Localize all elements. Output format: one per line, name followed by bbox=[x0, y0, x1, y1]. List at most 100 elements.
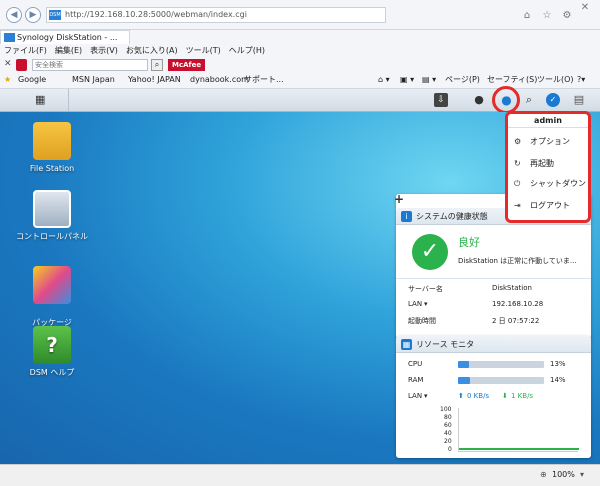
widget-title: システムの健康状態 bbox=[416, 212, 488, 221]
dropdown-icon[interactable]: ▾ bbox=[424, 392, 428, 400]
network-graph bbox=[458, 408, 579, 452]
y-tick: 0 bbox=[448, 446, 452, 453]
command-safety[interactable]: セーフティ(S) bbox=[487, 74, 537, 86]
cpu-value: 13% bbox=[550, 360, 566, 368]
command-home-icon[interactable]: ⌂ ▾ bbox=[378, 74, 390, 86]
y-tick: 60 bbox=[444, 422, 452, 429]
mcafee-shield-icon bbox=[16, 59, 27, 71]
logout-icon: ⇥ bbox=[514, 201, 521, 210]
url-input[interactable]: DSM http://192.168.10.28:5000/webman/inde… bbox=[46, 7, 386, 23]
mcafee-button[interactable]: McAfee bbox=[168, 59, 206, 71]
address-bar: ◀ ▶ DSM http://192.168.10.28:5000/webman/… bbox=[0, 0, 600, 30]
menu-item-restart[interactable]: ↻ 再起動 bbox=[514, 158, 554, 170]
tab-favicon bbox=[4, 33, 15, 42]
y-tick: 80 bbox=[444, 414, 452, 421]
menu-item-options[interactable]: ⚙ オプション bbox=[514, 136, 570, 148]
cpu-label: CPU bbox=[408, 360, 423, 368]
icon-label: コントロールパネル bbox=[16, 232, 88, 241]
tab-row: Synology DiskStation - ... bbox=[0, 30, 600, 44]
fav-support[interactable]: サポート... bbox=[244, 74, 284, 86]
browser-status-bar: ⊕ 100% ▾ bbox=[0, 464, 600, 486]
menu-item-logout[interactable]: ⇥ ログアウト bbox=[514, 200, 570, 212]
menu-item-label: 再起動 bbox=[530, 159, 554, 168]
close-toolbar-icon[interactable]: ✕ bbox=[4, 59, 12, 69]
download-line bbox=[459, 448, 579, 450]
menu-edit[interactable]: 編集(E) bbox=[51, 44, 86, 58]
menu-bar: ファイル(F) 編集(E) 表示(V) お気に入り(A) ツール(T) ヘルプ(H) bbox=[0, 44, 600, 58]
fav-msn[interactable]: MSN Japan bbox=[72, 74, 115, 86]
dsm-taskbar: ▦ ⇩ ● ● ⌕ ✓ ▤ bbox=[0, 86, 600, 114]
download-icon[interactable]: ⇩ bbox=[434, 93, 448, 107]
fav-dynabook[interactable]: dynabook.com bbox=[190, 74, 249, 86]
icon-label: DSM ヘルプ bbox=[29, 368, 75, 377]
y-tick: 40 bbox=[444, 430, 452, 437]
menu-favorites[interactable]: お気に入り(A) bbox=[122, 44, 182, 58]
zoom-dropdown-icon[interactable]: ▾ bbox=[580, 470, 584, 479]
gear-icon: ⚙ bbox=[514, 137, 522, 146]
command-feed-icon[interactable]: ▣ ▾ bbox=[400, 74, 414, 86]
check-icon: ✓ bbox=[412, 234, 448, 270]
fav-yahoo[interactable]: Yahoo! JAPAN bbox=[128, 74, 181, 86]
menu-tools[interactable]: ツール(T) bbox=[182, 44, 225, 58]
row-value: 192.168.10.28 bbox=[492, 300, 544, 308]
show-desktop-icon[interactable]: ▤ bbox=[571, 93, 587, 107]
desktop-icon-control-panel[interactable]: コントロールパネル bbox=[12, 190, 92, 242]
row-value: DiskStation bbox=[492, 284, 532, 292]
row-key: サーバー名 bbox=[408, 285, 443, 293]
settings-gear-icon[interactable]: ⚙ bbox=[560, 9, 574, 23]
forward-icon[interactable]: ▶ bbox=[25, 7, 41, 23]
command-page[interactable]: ページ(P) bbox=[445, 74, 480, 86]
dropdown-icon[interactable]: ▾ bbox=[424, 300, 428, 308]
download-arrow-icon: ⬇ bbox=[502, 392, 508, 400]
home-icon[interactable]: ⌂ bbox=[520, 9, 534, 23]
tab-title: Synology DiskStation - ... bbox=[17, 33, 118, 42]
desktop-icon-dsm-help[interactable]: ? DSM ヘルプ bbox=[12, 326, 92, 378]
menu-file[interactable]: ファイル(F) bbox=[0, 44, 51, 58]
menu-item-shutdown[interactable]: ⏻ シャットダウン bbox=[514, 178, 586, 190]
menu-view[interactable]: 表示(V) bbox=[86, 44, 122, 58]
menu-item-label: シャットダウン bbox=[530, 179, 586, 188]
star-icon[interactable]: ☆ bbox=[540, 9, 554, 23]
add-widget-button[interactable]: + bbox=[394, 192, 406, 206]
ram-value: 14% bbox=[550, 376, 566, 384]
search-dsm-icon[interactable]: ⌕ bbox=[522, 93, 536, 107]
command-help-icon[interactable]: ?▾ bbox=[577, 74, 585, 86]
safe-search-input[interactable] bbox=[32, 59, 148, 71]
user-button[interactable]: ● bbox=[492, 86, 520, 114]
favicon: DSM bbox=[49, 10, 61, 20]
restart-icon: ↻ bbox=[514, 159, 521, 168]
resource-widget: ▦ リソース モニタ CPU 13% RAM 14% LAN ▾ ⬆ 0 KB/… bbox=[396, 336, 591, 458]
zoom-icon[interactable]: ⊕ bbox=[540, 470, 547, 479]
widget-title: リソース モニタ bbox=[416, 340, 475, 349]
back-icon[interactable]: ◀ bbox=[6, 7, 22, 23]
desktop-icon-file-station[interactable]: File Station bbox=[12, 122, 92, 174]
y-tick: 100 bbox=[440, 406, 452, 413]
ram-bar bbox=[458, 377, 544, 384]
command-print-icon[interactable]: ▤ ▾ bbox=[422, 74, 436, 86]
row-value: 2 日 07:57:22 bbox=[492, 317, 540, 325]
close-window-icon[interactable]: ✕ bbox=[578, 1, 592, 15]
monitor-icon: ▦ bbox=[401, 339, 412, 350]
favorites-star-icon[interactable]: ★ bbox=[4, 74, 11, 86]
search-icon[interactable]: ⌕ bbox=[151, 59, 163, 71]
browser-tab[interactable]: Synology DiskStation - ... bbox=[0, 30, 130, 44]
menu-help[interactable]: ヘルプ(H) bbox=[225, 44, 269, 58]
fav-google[interactable]: Google bbox=[18, 74, 46, 86]
row-key[interactable]: LAN bbox=[408, 300, 422, 308]
package-icon bbox=[33, 266, 71, 304]
icon-label: File Station bbox=[29, 164, 75, 173]
power-icon: ⏻ bbox=[514, 179, 521, 188]
health-status: 良好 bbox=[458, 236, 480, 249]
lan-label[interactable]: LAN bbox=[408, 392, 422, 400]
widgets-icon[interactable]: ✓ bbox=[546, 93, 560, 107]
upload-rate: 0 KB/s bbox=[467, 392, 490, 400]
main-menu-button[interactable]: ▦ bbox=[17, 89, 69, 111]
command-tools[interactable]: ツール(O) bbox=[537, 74, 574, 86]
download-rate: 1 KB/s bbox=[511, 392, 534, 400]
security-toolbar: ✕ ⌕ McAfee bbox=[0, 58, 600, 72]
health-message: DiskStation は正常に作動していま... bbox=[458, 257, 577, 265]
ram-label: RAM bbox=[408, 376, 424, 384]
menu-item-label: ログアウト bbox=[530, 201, 570, 210]
chat-icon[interactable]: ● bbox=[472, 93, 486, 107]
zoom-level[interactable]: 100% bbox=[552, 470, 575, 479]
